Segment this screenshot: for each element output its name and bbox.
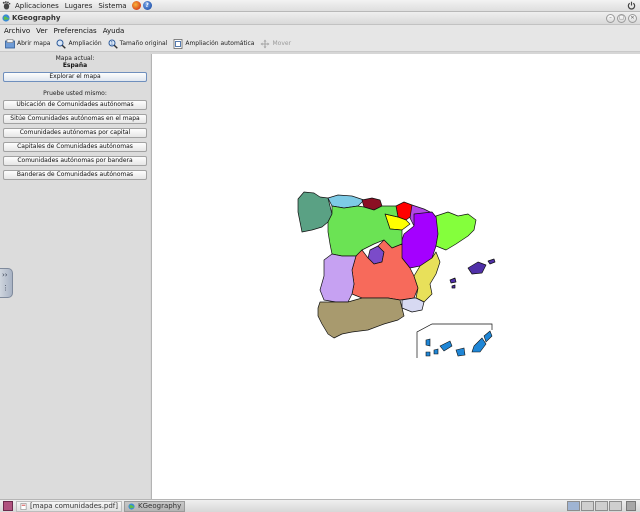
current-map-label: Mapa actual: bbox=[55, 55, 95, 62]
menu-lugares[interactable]: Lugares bbox=[62, 2, 96, 10]
window-controls: – □ ✕ bbox=[606, 14, 637, 23]
quiz-by-flag-button[interactable]: Comunidades autónomas por bandera bbox=[3, 156, 147, 166]
original-size-label: Tamaño original bbox=[119, 40, 168, 47]
workspace-4[interactable] bbox=[609, 501, 622, 511]
region-canarias-hierro[interactable] bbox=[425, 351, 431, 357]
auto-zoom-label: Ampliación automática bbox=[185, 40, 255, 47]
region-canarias-fuerteventura[interactable] bbox=[471, 337, 487, 353]
svg-text:1: 1 bbox=[110, 40, 113, 45]
zoom-label: Ampliación bbox=[68, 40, 102, 47]
auto-zoom-icon bbox=[173, 38, 183, 49]
explore-map-button[interactable]: Explorar el mapa bbox=[3, 72, 147, 82]
menu-ayuda[interactable]: Ayuda bbox=[100, 27, 128, 35]
menu-sistema[interactable]: Sistema bbox=[95, 2, 129, 10]
quiz-by-capital-button[interactable]: Comunidades autónomas por capital bbox=[3, 128, 147, 138]
open-map-button[interactable]: Abrir mapa bbox=[2, 37, 53, 51]
menu-ver[interactable]: Ver bbox=[33, 27, 50, 35]
menu-preferencias[interactable]: Preferencias bbox=[51, 27, 100, 35]
gnome-foot-icon[interactable] bbox=[2, 1, 11, 10]
region-baleares-ibiza[interactable] bbox=[449, 277, 457, 284]
left-panel: Mapa actual: España Explorar el mapa Pru… bbox=[0, 52, 150, 499]
region-extremadura[interactable] bbox=[319, 253, 357, 303]
region-baleares-formentera[interactable] bbox=[451, 284, 456, 289]
region-canarias-gomera[interactable] bbox=[433, 348, 439, 355]
workspace-1[interactable] bbox=[567, 501, 580, 511]
move-icon bbox=[260, 39, 270, 48]
region-canarias-la-palma[interactable] bbox=[425, 338, 431, 347]
region-baleares-mallorca[interactable] bbox=[467, 261, 487, 275]
menu-archivo[interactable]: Archivo bbox=[1, 27, 33, 35]
region-canarias-tenerife[interactable] bbox=[439, 340, 453, 352]
toolbar: Abrir mapa Ampliación 1 Tamaño original … bbox=[0, 36, 640, 52]
kgeography-task-icon bbox=[128, 502, 135, 510]
quiz-capitals-button[interactable]: Capitales de Comunidades autónomas bbox=[3, 142, 147, 152]
region-andalucia[interactable] bbox=[317, 297, 405, 339]
task-kgeography[interactable]: KGeography bbox=[124, 500, 186, 512]
spain-map[interactable] bbox=[152, 54, 640, 499]
close-button[interactable]: ✕ bbox=[628, 14, 637, 23]
kgeography-app-icon bbox=[2, 14, 10, 22]
current-map-name: España bbox=[62, 62, 88, 69]
open-map-label: Abrir mapa bbox=[17, 40, 51, 47]
power-icon[interactable] bbox=[627, 1, 636, 10]
region-canarias-gran-canaria[interactable] bbox=[455, 347, 466, 357]
auto-zoom-button[interactable]: Ampliación automática bbox=[170, 37, 257, 51]
region-galicia[interactable] bbox=[297, 191, 333, 233]
menu-aplicaciones[interactable]: Aplicaciones bbox=[12, 2, 62, 10]
map-area[interactable] bbox=[151, 54, 640, 499]
window-titlebar: KGeography – □ ✕ bbox=[0, 12, 640, 25]
zoom-icon bbox=[56, 39, 67, 49]
quiz-flags-button[interactable]: Banderas de Comunidades autónomas bbox=[3, 170, 147, 180]
workspace-2[interactable] bbox=[581, 501, 594, 511]
bottom-panel: [mapa comunidades.pdf] KGeography bbox=[0, 499, 640, 512]
trash-icon[interactable] bbox=[626, 501, 636, 511]
quiz-location-button[interactable]: Ubicación de Comunidades autónomas bbox=[3, 100, 147, 110]
try-yourself-label: Pruebe usted mismo: bbox=[43, 90, 107, 97]
open-map-icon bbox=[5, 38, 15, 48]
zoom-button[interactable]: Ampliación bbox=[53, 37, 104, 51]
move-label: Mover bbox=[272, 40, 292, 47]
region-baleares-menorca[interactable] bbox=[487, 258, 496, 265]
task-mapa-pdf[interactable]: [mapa comunidades.pdf] bbox=[16, 500, 123, 512]
show-desktop-icon[interactable] bbox=[3, 501, 13, 511]
task-label: [mapa comunidades.pdf] bbox=[30, 502, 119, 510]
quiz-place-on-map-button[interactable]: Sitúe Comunidades autónomas en el mapa bbox=[3, 114, 147, 124]
region-murcia[interactable] bbox=[401, 297, 425, 313]
original-size-button[interactable]: 1 Tamaño original bbox=[105, 37, 171, 51]
workspace-3[interactable] bbox=[595, 501, 608, 511]
original-size-icon: 1 bbox=[108, 39, 118, 49]
maximize-button[interactable]: □ bbox=[617, 14, 626, 23]
window-title: KGeography bbox=[12, 14, 61, 22]
top-panel: Aplicaciones Lugares Sistema ? bbox=[0, 0, 640, 12]
region-cataluna[interactable] bbox=[435, 211, 477, 251]
task-label: KGeography bbox=[138, 502, 182, 510]
workspace-switcher bbox=[567, 501, 636, 511]
firefox-icon[interactable] bbox=[131, 1, 141, 10]
pdf-document-icon bbox=[20, 502, 27, 510]
menubar: Archivo Ver Preferencias Ayuda bbox=[0, 25, 640, 36]
region-canarias-lanzarote[interactable] bbox=[483, 330, 493, 343]
help-icon[interactable]: ? bbox=[142, 1, 152, 10]
move-button[interactable]: Mover bbox=[257, 37, 294, 51]
minimize-button[interactable]: – bbox=[606, 14, 615, 23]
side-panel-handle[interactable]: ›› ⋮ bbox=[0, 268, 13, 298]
